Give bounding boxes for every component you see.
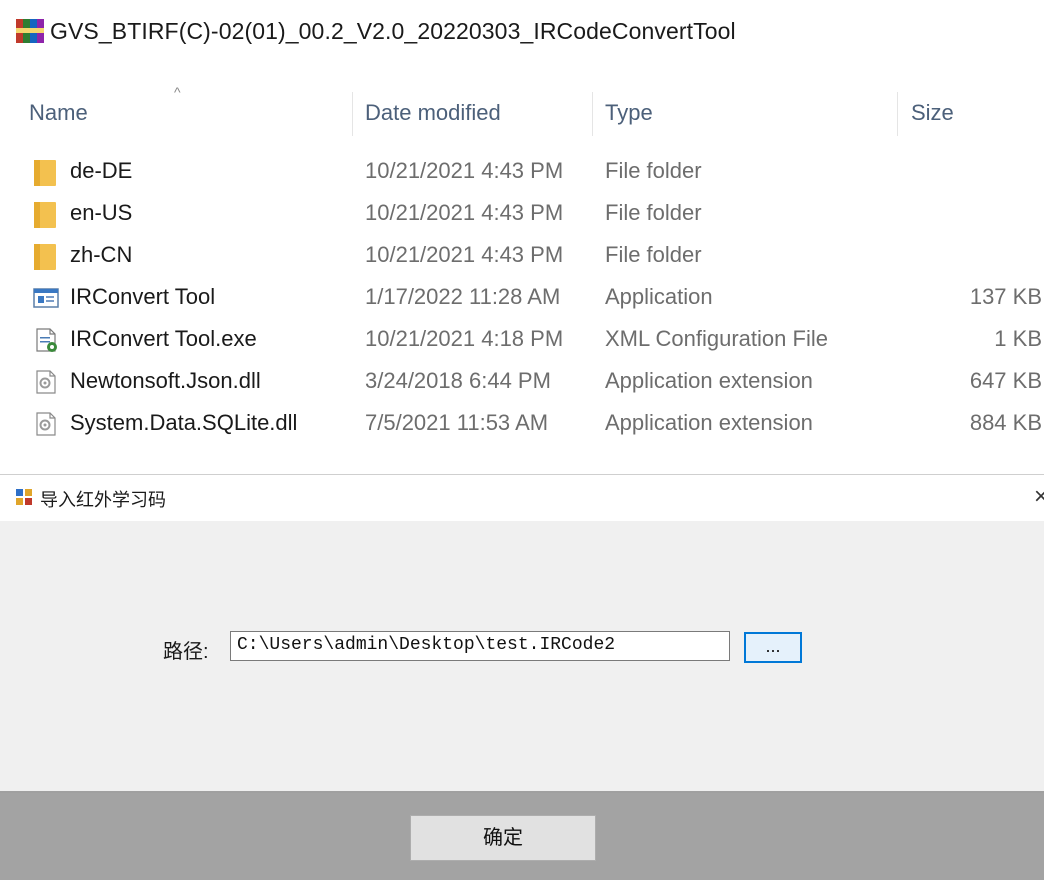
dll-icon xyxy=(32,410,60,438)
config-file-icon xyxy=(32,326,60,354)
file-row[interactable]: IRConvert Tool 1/17/2022 11:28 AM Applic… xyxy=(0,278,1044,320)
dialog-title: 导入红外学习码 xyxy=(40,490,166,510)
file-row[interactable]: zh-CN 10/21/2021 4:43 PM File folder xyxy=(0,236,1044,278)
column-divider[interactable] xyxy=(352,92,353,136)
winrar-archive-icon xyxy=(16,18,44,44)
folder-icon xyxy=(32,158,60,186)
file-size: 137 KB xyxy=(969,284,1042,309)
dialog-title-bar[interactable]: 导入红外学习码 × xyxy=(0,475,1044,521)
import-ir-code-dialog: 导入红外学习码 × 路径: C:\Users\admin\Desktop\tes… xyxy=(0,474,1044,880)
column-divider[interactable] xyxy=(897,92,898,136)
column-header-date-modified[interactable]: Date modified xyxy=(365,100,501,126)
column-header-type[interactable]: Type xyxy=(605,100,653,126)
close-icon[interactable]: × xyxy=(1034,483,1044,511)
column-header-row: ^ Name Date modified Type Size xyxy=(0,84,1044,144)
file-type: File folder xyxy=(605,158,702,183)
file-type: Application xyxy=(605,284,713,309)
file-name: IRConvert Tool xyxy=(70,284,216,309)
file-row[interactable]: IRConvert Tool.exe 10/21/2021 4:18 PM XM… xyxy=(0,320,1044,362)
file-name: en-US xyxy=(70,200,133,225)
sort-ascending-icon: ^ xyxy=(174,84,181,100)
file-name: de-DE xyxy=(70,158,133,183)
folder-icon xyxy=(32,200,60,228)
file-type: Application extension xyxy=(605,410,813,435)
file-name: IRConvert Tool.exe xyxy=(70,326,257,351)
file-date: 10/21/2021 4:18 PM xyxy=(365,326,564,351)
file-date: 7/5/2021 11:53 AM xyxy=(365,410,549,435)
dialog-footer: 确定 xyxy=(0,793,1044,880)
file-name: System.Data.SQLite.dll xyxy=(70,410,298,435)
file-row[interactable]: de-DE 10/21/2021 4:43 PM File folder xyxy=(0,152,1044,194)
file-row[interactable]: System.Data.SQLite.dll 7/5/2021 11:53 AM… xyxy=(0,404,1044,446)
file-date: 10/21/2021 4:43 PM xyxy=(365,200,564,225)
form-app-icon xyxy=(16,489,32,505)
file-row[interactable]: en-US 10/21/2021 4:43 PM File folder xyxy=(0,194,1044,236)
application-icon xyxy=(32,284,60,312)
file-date: 10/21/2021 4:43 PM xyxy=(365,242,564,267)
ok-button[interactable]: 确定 xyxy=(410,815,596,861)
dll-icon xyxy=(32,368,60,396)
folder-icon xyxy=(32,242,60,270)
path-label: 路径: xyxy=(163,641,209,663)
file-size: 647 KB xyxy=(969,368,1042,393)
dialog-body: 路径: C:\Users\admin\Desktop\test.IRCode2 … xyxy=(0,521,1044,791)
path-input[interactable]: C:\Users\admin\Desktop\test.IRCode2 xyxy=(230,631,730,661)
column-header-name[interactable]: Name xyxy=(29,100,88,126)
file-name: zh-CN xyxy=(70,242,133,267)
file-size: 1 KB xyxy=(994,326,1042,351)
column-divider[interactable] xyxy=(592,92,593,136)
column-header-size[interactable]: Size xyxy=(911,100,954,126)
file-type: Application extension xyxy=(605,368,813,393)
file-date: 1/17/2022 11:28 AM xyxy=(365,284,561,309)
file-type: File folder xyxy=(605,200,702,225)
window-title-bar: GVS_BTIRF(C)-02(01)_00.2_V2.0_20220303_I… xyxy=(16,14,736,48)
file-date: 10/21/2021 4:43 PM xyxy=(365,158,564,183)
window-title: GVS_BTIRF(C)-02(01)_00.2_V2.0_20220303_I… xyxy=(50,17,736,44)
file-size: 884 KB xyxy=(969,410,1042,435)
file-type: XML Configuration File xyxy=(605,326,828,351)
file-date: 3/24/2018 6:44 PM xyxy=(365,368,551,393)
file-name: Newtonsoft.Json.dll xyxy=(70,368,261,393)
file-row[interactable]: Newtonsoft.Json.dll 3/24/2018 6:44 PM Ap… xyxy=(0,362,1044,404)
file-type: File folder xyxy=(605,242,702,267)
browse-button[interactable]: ... xyxy=(744,632,802,663)
